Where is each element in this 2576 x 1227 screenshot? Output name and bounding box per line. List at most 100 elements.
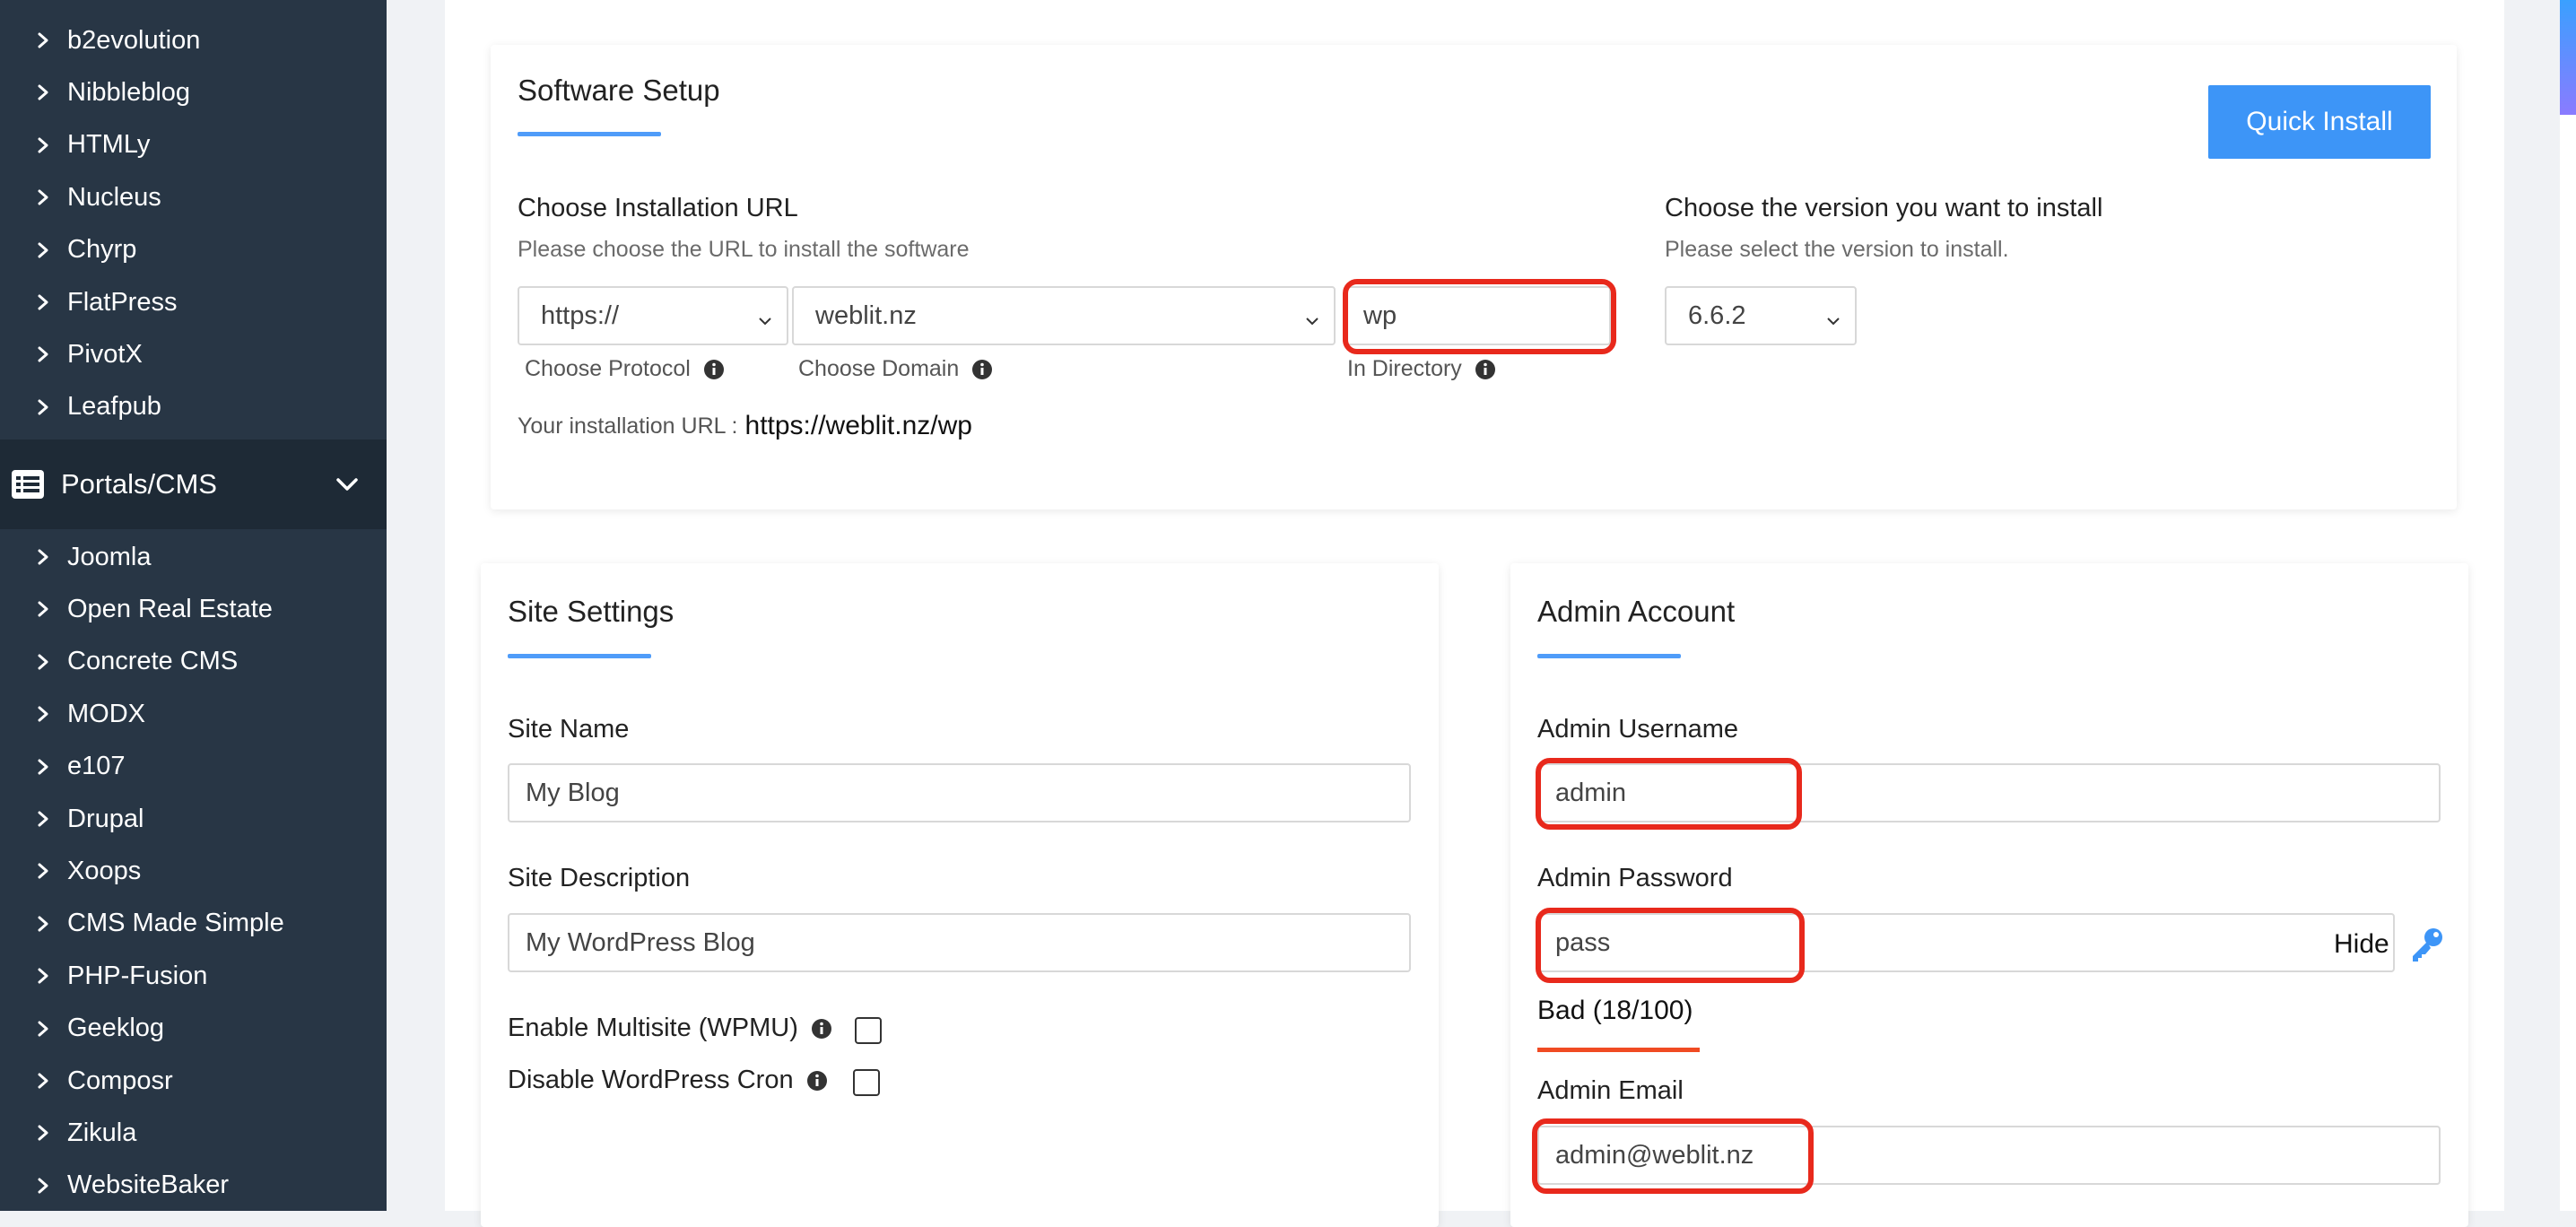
protocol-caption: Choose Protocol [525, 356, 725, 382]
sidebar: b2evolution Nibbleblog HTMLy Nucleus Chyrp Fl… [0, 0, 387, 1211]
chevron-down-icon [1824, 308, 1842, 326]
sidebar-item[interactable]: Concrete CMS [0, 640, 387, 684]
admin-email-input[interactable] [1537, 1126, 2441, 1185]
sidebar-item[interactable]: Drupal [0, 796, 387, 841]
chevron-right-icon [34, 1020, 52, 1038]
sidebar-item-label: PHP-Fusion [67, 961, 208, 990]
sidebar-item[interactable]: FlatPress [0, 280, 387, 325]
sidebar-item-label: e107 [67, 752, 126, 781]
info-icon[interactable] [1475, 359, 1496, 380]
multisite-checkbox[interactable] [855, 1017, 882, 1044]
sidebar-item-label: Geeklog [67, 1014, 165, 1043]
chevron-right-icon [34, 1124, 52, 1142]
sidebar-item[interactable]: Open Real Estate [0, 587, 387, 631]
install-url-heading: Choose Installation URL [518, 194, 798, 222]
sidebar-item[interactable]: Geeklog [0, 1006, 387, 1051]
sidebar-item[interactable]: HTMLy [0, 123, 387, 168]
installation-url-value: https://weblit.nz/wp [744, 411, 972, 440]
chevron-right-icon [34, 1072, 52, 1090]
scrollbar-thumb[interactable] [2560, 0, 2576, 115]
chevron-right-icon [34, 293, 52, 311]
chevron-right-icon [34, 398, 52, 416]
sidebar-item-label: Open Real Estate [67, 594, 273, 623]
chevron-right-icon [34, 705, 52, 723]
title-underline [518, 132, 661, 136]
admin-password-input[interactable] [1537, 913, 2395, 972]
info-icon[interactable] [806, 1070, 828, 1092]
sidebar-item[interactable]: b2evolution [0, 18, 387, 63]
protocol-value: https:// [541, 300, 620, 330]
domain-value: weblit.nz [815, 300, 917, 330]
directory-caption-text: In Directory [1347, 356, 1462, 381]
domain-select[interactable]: weblit.nz [792, 286, 1336, 345]
sidebar-item[interactable]: WebsiteBaker [0, 1163, 387, 1208]
sidebar-item-label: Zikula [67, 1118, 137, 1147]
admin-email-label: Admin Email [1537, 1076, 1684, 1105]
admin-password-label: Admin Password [1537, 864, 1733, 892]
sidebar-item[interactable]: Xoops [0, 848, 387, 893]
site-description-input[interactable] [508, 913, 1411, 972]
directory-input[interactable] [1345, 286, 1611, 345]
chevron-right-icon [34, 548, 52, 566]
chevron-right-icon [34, 810, 52, 828]
cron-checkbox[interactable] [853, 1069, 880, 1096]
sidebar-item[interactable]: Joomla [0, 535, 387, 579]
sidebar-item[interactable]: e107 [0, 744, 387, 789]
sidebar-item-label: Nucleus [67, 182, 161, 212]
sidebar-item[interactable]: Chyrp [0, 228, 387, 273]
title-underline [1537, 654, 1681, 658]
site-name-label: Site Name [508, 715, 630, 744]
sidebar-item[interactable]: MODX [0, 692, 387, 736]
sidebar-item-label: HTMLy [67, 130, 151, 160]
chevron-right-icon [34, 600, 52, 618]
site-name-input[interactable] [508, 763, 1411, 822]
cron-label: Disable WordPress Cron [508, 1066, 794, 1094]
sidebar-item[interactable]: Nucleus [0, 175, 387, 220]
chevron-down-icon [756, 308, 774, 326]
site-settings-card [481, 563, 1439, 1227]
password-strength-fill [1537, 1048, 1700, 1052]
key-icon[interactable] [2407, 924, 2447, 963]
admin-username-label: Admin Username [1537, 715, 1739, 744]
sidebar-item[interactable]: Leafpub [0, 385, 387, 430]
sidebar-item[interactable]: CMS Made Simple [0, 901, 387, 946]
version-heading: Choose the version you want to install [1665, 194, 2103, 222]
sidebar-category-label: Portals/CMS [61, 468, 217, 500]
sidebar-item-label: MODX [67, 699, 145, 728]
info-icon[interactable] [811, 1018, 832, 1040]
multisite-label: Enable Multisite (WPMU) [508, 1014, 798, 1042]
info-icon[interactable] [971, 359, 993, 380]
protocol-select[interactable]: https:// [518, 286, 788, 345]
sidebar-item-label: Concrete CMS [67, 647, 239, 676]
installation-url-prefix: Your installation URL : [518, 413, 738, 439]
sidebar-item[interactable]: PivotX [0, 332, 387, 377]
sidebar-item-label: Joomla [67, 542, 152, 571]
software-setup-title: Software Setup [518, 74, 720, 107]
chevron-right-icon [34, 862, 52, 880]
list-icon [11, 469, 45, 500]
sidebar-item[interactable]: Nibbleblog [0, 70, 387, 115]
version-select[interactable]: 6.6.2 [1665, 286, 1857, 345]
site-settings-title: Site Settings [508, 595, 674, 628]
chevron-right-icon [34, 241, 52, 259]
hide-password-button[interactable]: Hide [2334, 929, 2389, 960]
scrollbar-track[interactable] [2560, 0, 2576, 1211]
sidebar-item-label: WebsiteBaker [67, 1170, 229, 1200]
sidebar-category-portals-cms[interactable]: Portals/CMS [0, 439, 387, 529]
sidebar-item[interactable]: Zikula [0, 1110, 387, 1155]
sidebar-item[interactable]: Composr [0, 1058, 387, 1103]
sidebar-item-label: b2evolution [67, 25, 201, 55]
chevron-right-icon [34, 83, 52, 101]
chevron-right-icon [34, 967, 52, 985]
protocol-caption-text: Choose Protocol [525, 356, 691, 381]
admin-username-input[interactable] [1537, 763, 2441, 822]
chevron-right-icon [34, 345, 52, 363]
quick-install-button[interactable]: Quick Install [2208, 85, 2431, 159]
sidebar-item-label: Nibbleblog [67, 77, 191, 107]
chevron-right-icon [34, 653, 52, 671]
chevron-right-icon [34, 136, 52, 154]
site-description-label: Site Description [508, 864, 691, 892]
sidebar-item[interactable]: PHP-Fusion [0, 953, 387, 998]
info-icon[interactable] [703, 359, 725, 380]
directory-caption: In Directory [1347, 356, 1496, 382]
